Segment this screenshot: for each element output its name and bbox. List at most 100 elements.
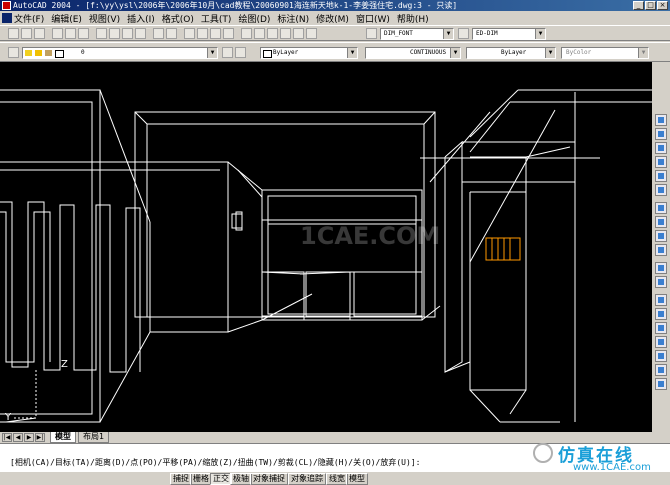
tab-model[interactable]: 模型 <box>50 432 76 443</box>
zoom-realtime-icon[interactable] <box>197 28 208 39</box>
light-icon[interactable] <box>655 336 667 348</box>
back-wall-outer <box>134 111 436 318</box>
plotstyle-select[interactable]: ByColor ▼ <box>561 47 649 59</box>
text-style-icon[interactable] <box>366 28 377 39</box>
material-icon[interactable] <box>655 350 667 362</box>
zoom-in-icon[interactable] <box>655 262 667 274</box>
lineweight-toggle[interactable]: 线宽 <box>326 473 348 485</box>
help-icon[interactable] <box>306 28 317 39</box>
ucs-y-label: Y <box>5 412 12 423</box>
menu-draw[interactable]: 绘图(D) <box>238 12 270 25</box>
tab-prev-button[interactable]: ◀ <box>13 433 23 442</box>
command-prompt: [相机(CA)/目标(TA)/距离(D)/点(PO)/平移(PA)/缩放(Z)/… <box>10 458 421 467</box>
redo-icon[interactable] <box>166 28 177 39</box>
autocad-app-icon[interactable] <box>2 1 11 10</box>
menu-bar: 文件(F) 编辑(E) 视图(V) 插入(I) 格式(O) 工具(T) 绘图(D… <box>0 11 670 25</box>
match-properties-icon[interactable] <box>135 28 146 39</box>
menu-window[interactable]: 窗口(W) <box>356 12 390 25</box>
ortho-toggle[interactable]: 正交 <box>210 473 232 485</box>
hide-icon[interactable] <box>655 378 667 390</box>
tab-layout1[interactable]: 布局1 <box>78 432 110 443</box>
layer-select[interactable]: 0 ▼ <box>22 47 218 59</box>
tab-last-button[interactable]: ▶| <box>35 433 45 442</box>
menu-help[interactable]: 帮助(H) <box>397 12 429 25</box>
lineweight-select[interactable]: ByLayer ▼ <box>466 47 556 59</box>
print-icon[interactable] <box>52 28 63 39</box>
menu-dimension[interactable]: 标注(N) <box>277 12 309 25</box>
view-nw-iso-icon[interactable] <box>655 244 667 256</box>
layer-previous-icon[interactable] <box>235 47 246 58</box>
text-style-select[interactable]: DIM_FONT ▼ <box>380 28 454 40</box>
maximize-button[interactable]: □ <box>645 1 656 10</box>
layer-lock-icon <box>45 50 52 56</box>
properties-icon[interactable] <box>241 28 252 39</box>
publish-icon[interactable] <box>78 28 89 39</box>
undo-icon[interactable] <box>153 28 164 39</box>
document-icon[interactable] <box>2 13 12 23</box>
menu-view[interactable]: 视图(V) <box>89 12 120 25</box>
right-view-toolbar <box>652 62 670 432</box>
paste-icon[interactable] <box>122 28 133 39</box>
menu-insert[interactable]: 插入(I) <box>127 12 155 25</box>
drawing-viewport[interactable]: 1CAE.COM Z Y <box>0 62 652 432</box>
pan-icon[interactable] <box>184 28 195 39</box>
view-back-icon[interactable] <box>655 184 667 196</box>
menu-tools[interactable]: 工具(T) <box>201 12 232 25</box>
view-left-icon[interactable] <box>655 142 667 154</box>
new-icon[interactable] <box>8 28 19 39</box>
osnap-toggle[interactable]: 对象捕捉 <box>250 473 288 485</box>
zoom-window-icon[interactable] <box>210 28 221 39</box>
polar-toggle[interactable]: 极轴 <box>230 473 252 485</box>
menu-format[interactable]: 格式(O) <box>162 12 194 25</box>
menu-file[interactable]: 文件(F) <box>14 12 44 25</box>
shade-icon[interactable] <box>655 364 667 376</box>
dbconnect-icon[interactable] <box>280 28 291 39</box>
view-bottom-icon[interactable] <box>655 128 667 140</box>
layer-manager-icon[interactable] <box>8 47 19 58</box>
design-center-icon[interactable] <box>254 28 265 39</box>
wall-sconce <box>231 213 243 229</box>
tab-next-button[interactable]: ▶ <box>24 433 34 442</box>
window-title: AutoCAD 2004 - [f:\yy\ysl\2006年\2006年10月… <box>13 1 458 10</box>
cut-icon[interactable] <box>96 28 107 39</box>
wechat-logo-icon <box>533 443 553 463</box>
close-button[interactable]: × <box>657 1 668 10</box>
minimize-button[interactable]: _ <box>633 1 644 10</box>
menu-modify[interactable]: 修改(M) <box>316 12 349 25</box>
zoom-out-icon[interactable] <box>655 276 667 288</box>
model-toggle[interactable]: 模型 <box>346 473 368 485</box>
open-icon[interactable] <box>21 28 32 39</box>
linetype-select[interactable]: CONTINUOUS ▼ <box>365 47 461 59</box>
zoom-previous-icon[interactable] <box>223 28 234 39</box>
render-icon[interactable] <box>655 322 667 334</box>
highlighted-object <box>485 237 521 261</box>
view-se-iso-icon[interactable] <box>655 216 667 228</box>
view-right-icon[interactable] <box>655 156 667 168</box>
markup-icon[interactable] <box>293 28 304 39</box>
color-select[interactable]: ByLayer ▼ <box>260 47 358 59</box>
dim-style-select[interactable]: ED-DIM ▼ <box>472 28 546 40</box>
tool-palettes-icon[interactable] <box>267 28 278 39</box>
snap-toggle[interactable]: 捕捉 <box>170 473 192 485</box>
view-front-icon[interactable] <box>655 170 667 182</box>
save-icon[interactable] <box>34 28 45 39</box>
dim-style-icon[interactable] <box>458 28 469 39</box>
camera-icon[interactable] <box>655 308 667 320</box>
color-swatch-icon <box>263 50 272 58</box>
otrack-toggle[interactable]: 对象追踪 <box>288 473 326 485</box>
inner-room <box>261 189 423 321</box>
3d-orbit-icon[interactable] <box>655 294 667 306</box>
chevron-down-icon: ▼ <box>443 29 453 39</box>
right-doorway <box>469 191 527 391</box>
ucs-z-label: Z <box>61 359 68 370</box>
right-panel-front <box>444 140 463 373</box>
view-ne-iso-icon[interactable] <box>655 230 667 242</box>
print-preview-icon[interactable] <box>65 28 76 39</box>
view-sw-iso-icon[interactable] <box>655 202 667 214</box>
tab-first-button[interactable]: |◀ <box>2 433 12 442</box>
menu-edit[interactable]: 编辑(E) <box>51 12 82 25</box>
copy-icon[interactable] <box>109 28 120 39</box>
view-top-icon[interactable] <box>655 114 667 126</box>
grid-toggle[interactable]: 栅格 <box>190 473 212 485</box>
make-object-layer-current-icon[interactable] <box>222 47 233 58</box>
